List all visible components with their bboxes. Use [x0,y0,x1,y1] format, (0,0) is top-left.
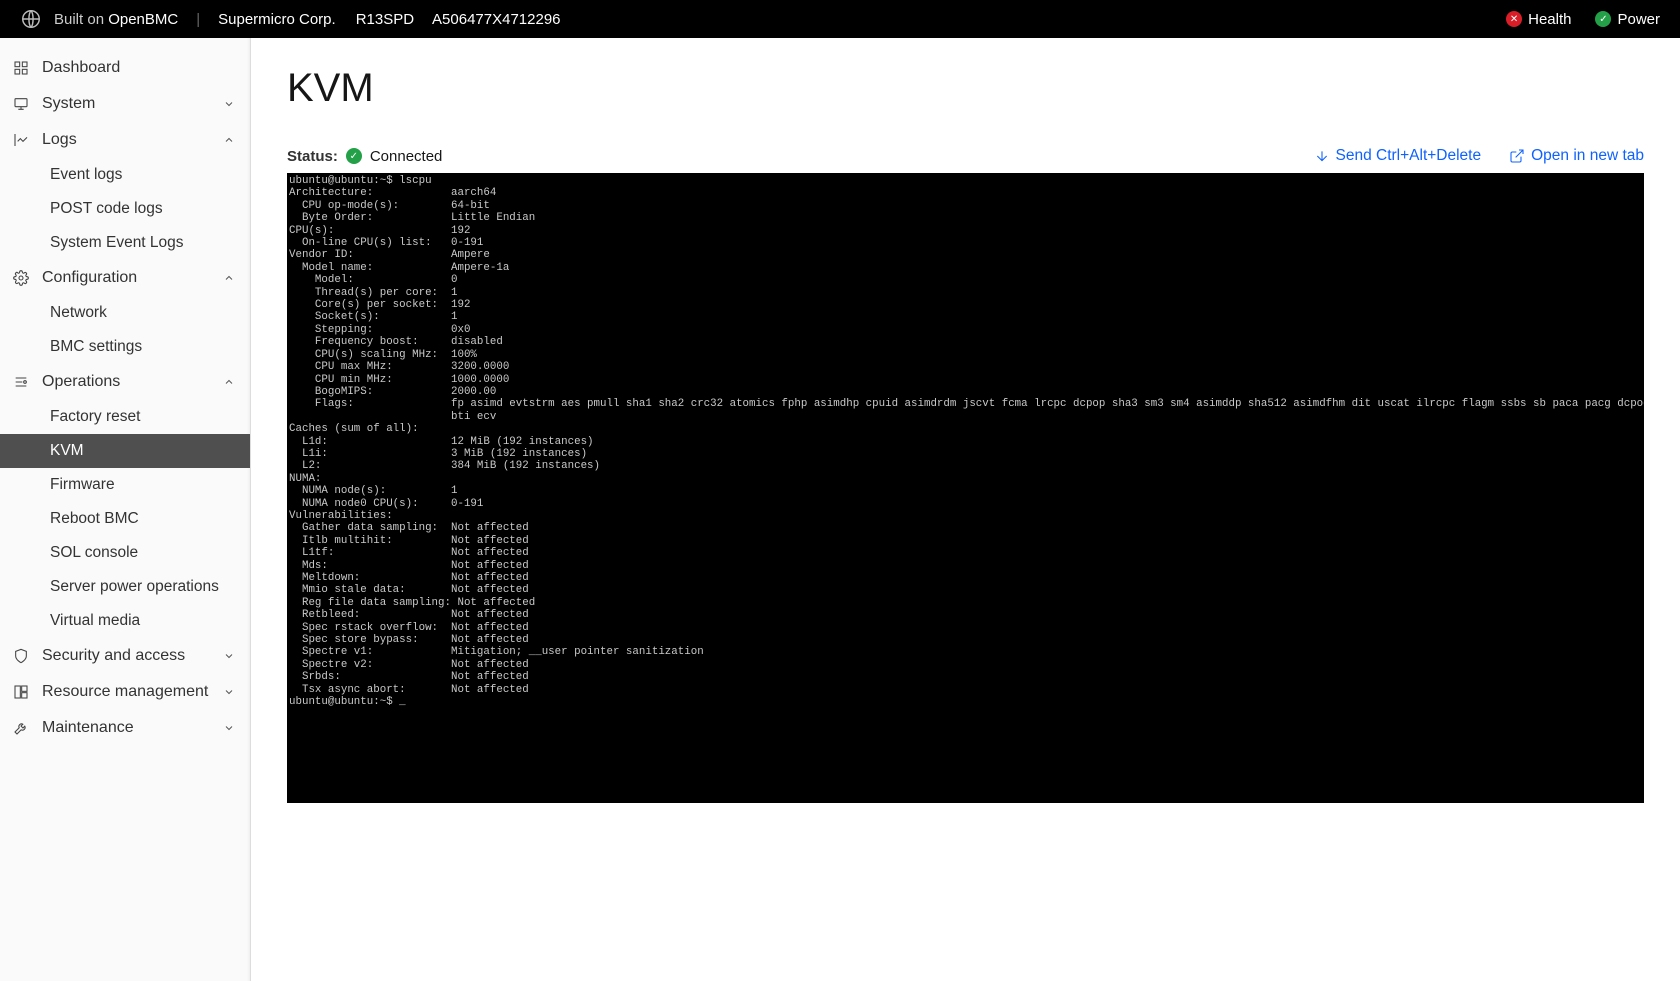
page-title: KVM [287,66,1644,111]
chevron-down-icon [222,686,236,698]
nav-maintenance[interactable]: Maintenance [0,710,250,746]
system-icon [12,96,30,112]
sidebar: Dashboard System Logs Event logs POST co… [0,38,251,981]
nav-bmc-settings[interactable]: BMC settings [0,330,250,364]
vendor-label: Supermicro Corp. [218,11,336,28]
openbmc-logo-icon [20,8,42,30]
health-status[interactable]: ✕ Health [1506,11,1571,28]
nav-event-logs[interactable]: Event logs [0,158,250,192]
nav-logs[interactable]: Logs [0,122,250,158]
nav-security[interactable]: Security and access [0,638,250,674]
chevron-up-icon [222,376,236,388]
arrow-down-icon [1314,148,1330,164]
status-label: Status: [287,148,338,165]
send-cad-button[interactable]: Send Ctrl+Alt+Delete [1314,147,1482,165]
main-content: KVM Status: ✓ Connected Send Ctrl+Alt+De… [251,38,1680,981]
chevron-down-icon [222,98,236,110]
open-new-tab-button[interactable]: Open in new tab [1509,147,1644,165]
topbar-right: ✕ Health ✓ Power [1506,11,1660,28]
chevron-up-icon [222,134,236,146]
status-value: Connected [370,148,443,165]
nav-factory-reset[interactable]: Factory reset [0,400,250,434]
nav-dashboard[interactable]: Dashboard [0,50,250,86]
nav-kvm[interactable]: KVM [0,434,250,468]
nav-configuration[interactable]: Configuration [0,260,250,296]
status-row: Status: ✓ Connected Send Ctrl+Alt+Delete… [287,147,1644,165]
chevron-up-icon [222,272,236,284]
built-on-label: Built on OpenBMC [54,11,178,28]
divider: | [196,11,200,28]
nav-operations[interactable]: Operations [0,364,250,400]
topbar-left: Built on OpenBMC | Supermicro Corp. R13S… [20,8,561,30]
nav-sol-console[interactable]: SOL console [0,536,250,570]
dashboard-icon [12,60,30,76]
shield-icon [12,648,30,664]
serial-label: A506477X4712296 [432,11,560,28]
topbar: Built on OpenBMC | Supermicro Corp. R13S… [0,0,1680,38]
nav-firmware[interactable]: Firmware [0,468,250,502]
model-label: R13SPD [356,11,414,28]
error-icon: ✕ [1506,11,1522,27]
check-icon: ✓ [1595,11,1611,27]
wrench-icon [12,720,30,736]
power-status[interactable]: ✓ Power [1595,11,1660,28]
nav-resource[interactable]: Resource management [0,674,250,710]
external-link-icon [1509,148,1525,164]
chevron-down-icon [222,722,236,734]
check-icon: ✓ [346,148,362,164]
nav-system[interactable]: System [0,86,250,122]
operations-icon [12,374,30,390]
nav-reboot-bmc[interactable]: Reboot BMC [0,502,250,536]
nav-post-code-logs[interactable]: POST code logs [0,192,250,226]
nav-system-event-logs[interactable]: System Event Logs [0,226,250,260]
nav-server-power[interactable]: Server power operations [0,570,250,604]
nav-virtual-media[interactable]: Virtual media [0,604,250,638]
chevron-down-icon [222,650,236,662]
nav-network[interactable]: Network [0,296,250,330]
resource-icon [12,684,30,700]
gear-icon [12,270,30,286]
logs-icon [12,132,30,148]
kvm-console[interactable]: ubuntu@ubuntu:~$ lscpu Architecture: aar… [287,173,1644,803]
